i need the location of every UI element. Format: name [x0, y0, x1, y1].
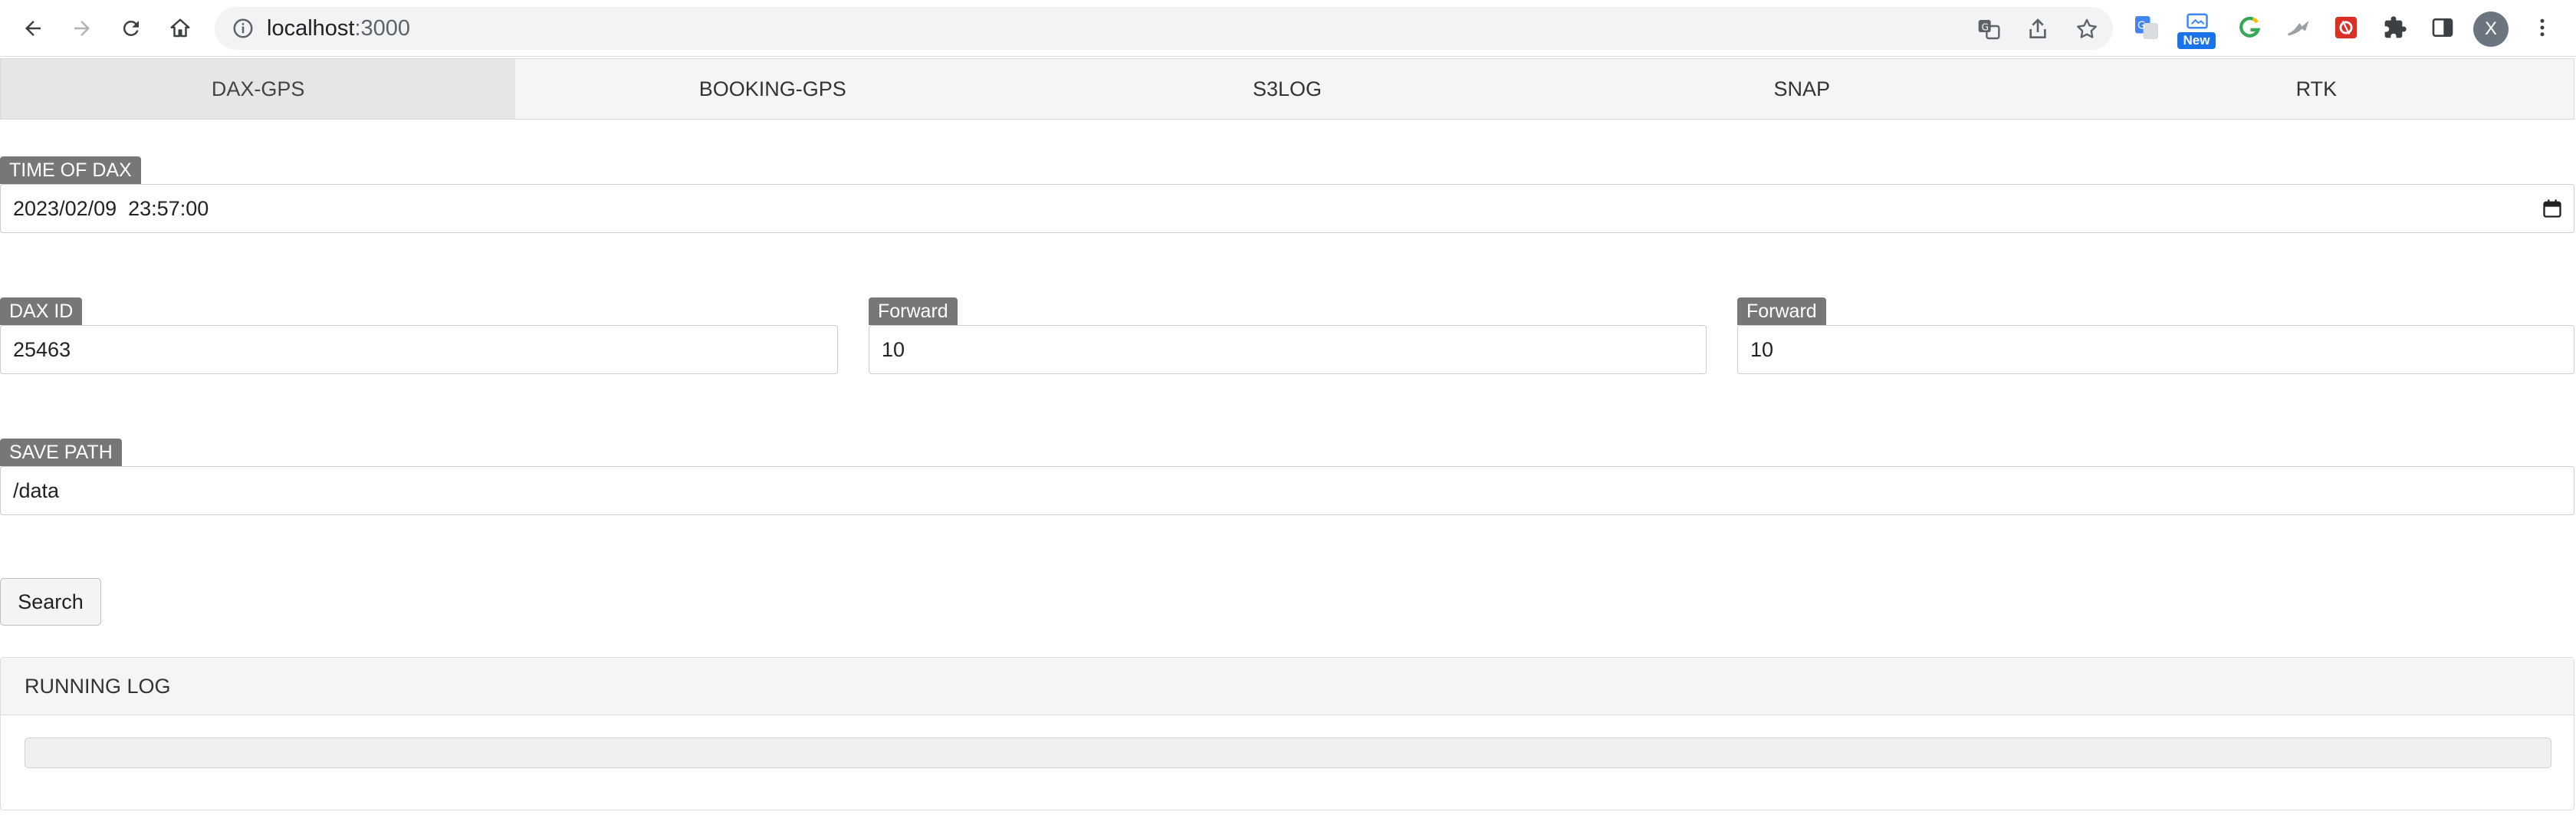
kebab-menu-icon[interactable] [2527, 12, 2558, 43]
svg-text:G: G [2137, 20, 2145, 32]
translate-icon[interactable]: G [1976, 17, 2001, 41]
forward-value-1: 10 [882, 338, 905, 361]
time-of-dax-value: 2023/02/09 23:57:00 [13, 197, 209, 220]
tab-bar: DAX-GPS BOOKING-GPS S3LOG SNAP RTK [0, 58, 2574, 120]
reload-icon[interactable] [113, 11, 149, 46]
forward-value-2: 10 [1750, 338, 1774, 361]
share-icon[interactable] [2026, 17, 2050, 41]
address-bar[interactable]: localhost:3000 G [215, 7, 2113, 50]
forward-label-1: Forward [869, 297, 958, 325]
svg-text:G: G [1982, 21, 1989, 32]
info-icon[interactable] [232, 17, 255, 40]
dax-id-value: 25463 [13, 338, 71, 361]
profile-avatar[interactable]: X [2473, 12, 2509, 47]
red-app-extension-icon[interactable] [2331, 12, 2361, 43]
running-log-title: RUNNING LOG [1, 658, 2574, 715]
tab-booking-gps[interactable]: BOOKING-GPS [515, 59, 1030, 119]
save-path-input[interactable]: /data [0, 466, 2574, 515]
new-badge: New [2177, 32, 2216, 49]
search-button[interactable]: Search [0, 578, 101, 626]
save-path-value: /data [13, 479, 60, 502]
dax-id-input[interactable]: 25463 [0, 325, 838, 374]
forward-label-2: Forward [1737, 297, 1826, 325]
speed-extension-icon[interactable] [2283, 12, 2314, 43]
side-panel-icon[interactable] [2427, 12, 2458, 43]
tab-s3log[interactable]: S3LOG [1030, 59, 1544, 119]
tab-snap[interactable]: SNAP [1545, 59, 2059, 119]
bookmark-star-icon[interactable] [2075, 17, 2099, 41]
time-of-dax-input[interactable]: 2023/02/09 23:57:00 [0, 184, 2574, 233]
forward-arrow-icon[interactable] [64, 11, 100, 46]
calendar-icon[interactable] [2542, 198, 2563, 219]
running-log-output [25, 738, 2551, 768]
google-translate-extension-icon[interactable]: G [2131, 12, 2162, 43]
extensions-puzzle-icon[interactable] [2380, 12, 2410, 43]
url-text: localhost:3000 [267, 16, 411, 41]
grammarly-extension-icon[interactable] [2234, 12, 2265, 43]
dax-id-label: DAX ID [0, 297, 83, 325]
forward-input-2[interactable]: 10 [1737, 325, 2574, 374]
forward-input-1[interactable]: 10 [869, 325, 1707, 374]
save-path-label: SAVE PATH [0, 439, 122, 466]
time-of-dax-label: TIME OF DAX [0, 156, 141, 184]
tab-rtk[interactable]: RTK [2059, 59, 2574, 119]
running-log-panel: RUNNING LOG [0, 657, 2574, 810]
browser-toolbar: localhost:3000 G G New X [0, 0, 2576, 57]
tab-dax-gps[interactable]: DAX-GPS [1, 59, 516, 119]
back-arrow-icon[interactable] [15, 11, 51, 46]
home-icon[interactable] [163, 11, 198, 46]
